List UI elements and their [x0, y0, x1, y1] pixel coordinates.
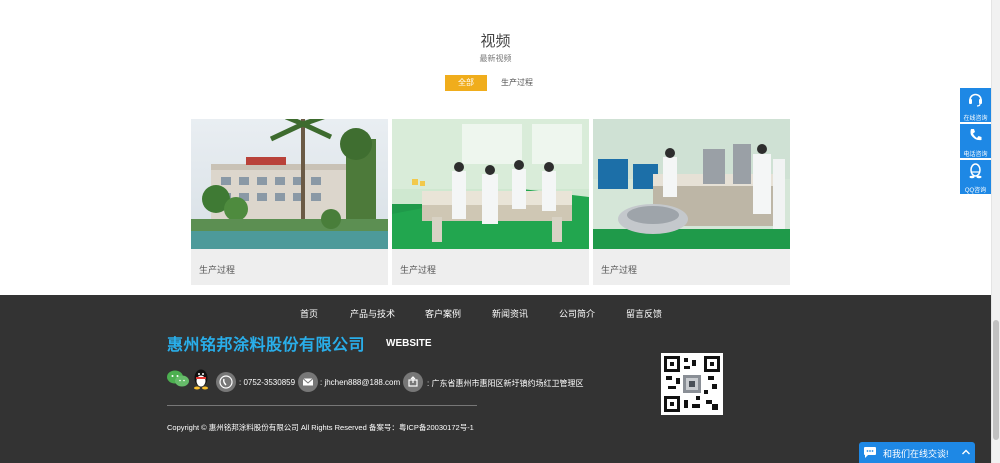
side-contact-panel: 在线咨询 电话咨询 QQ咨询: [960, 88, 991, 196]
chat-bubble-icon: [864, 447, 876, 458]
email-icon: [298, 372, 318, 392]
chevron-up-icon[interactable]: [961, 447, 971, 457]
qr-code-icon: [661, 353, 723, 415]
side-btn-label: 在线咨询: [963, 116, 988, 122]
video-card-3[interactable]: 生产过程: [593, 119, 790, 285]
video-thumbnail-equipment: [593, 119, 790, 249]
scrollbar-thumb[interactable]: [993, 320, 999, 440]
qq-icon: [969, 163, 982, 179]
side-online-consult-button[interactable]: 在线咨询: [960, 88, 991, 122]
tab-production[interactable]: 生产过程: [496, 75, 538, 91]
headset-icon: [969, 93, 982, 107]
section-title: 视频: [480, 33, 511, 50]
qq-penguin-icon[interactable]: [192, 368, 210, 395]
video-card-label: 生产过程: [400, 265, 437, 275]
phone-number: : 0752-3530859: [239, 378, 296, 387]
video-card-2[interactable]: 生产过程: [392, 119, 589, 285]
company-name: 惠州铭邦涂料股份有限公司: [167, 337, 366, 354]
website-label: WEBSITE: [386, 338, 432, 349]
page-scrollbar[interactable]: [991, 0, 1000, 463]
side-btn-label: QQ咨询: [964, 188, 987, 194]
video-card-label: 生产过程: [601, 265, 638, 275]
video-thumbnail-building: [191, 119, 388, 249]
live-chat-label: 和我们在线交谈!: [883, 449, 949, 459]
wechat-icon[interactable]: [167, 370, 189, 393]
phone-icon: [216, 372, 236, 392]
side-phone-consult-button[interactable]: 电话咨询: [960, 124, 991, 158]
video-thumbnail-lab: [392, 119, 589, 249]
address-icon: [403, 372, 423, 392]
side-qq-consult-button[interactable]: QQ咨询: [960, 160, 991, 194]
footer: 首页 产品与技术 客户案例 新闻资讯 公司简介 留言反馈 惠州铭邦涂料股份有限公…: [0, 295, 991, 463]
video-card-label: 生产过程: [199, 265, 236, 275]
footer-nav-products[interactable]: 产品与技术: [350, 307, 395, 320]
footer-nav: 首页 产品与技术 客户案例 新闻资讯 公司简介 留言反馈: [0, 307, 991, 321]
video-card-1[interactable]: 生产过程: [191, 119, 388, 285]
tab-all[interactable]: 全部: [445, 75, 487, 91]
address-text: : 广东省惠州市惠阳区新圩镇约场红卫管理区: [427, 379, 584, 388]
live-chat-bar[interactable]: 和我们在线交谈!: [859, 442, 975, 463]
footer-nav-home[interactable]: 首页: [300, 307, 318, 320]
footer-nav-feedback[interactable]: 留言反馈: [626, 307, 662, 320]
footer-nav-cases[interactable]: 客户案例: [425, 307, 461, 320]
section-subtitle: 最新视频: [479, 54, 512, 63]
copyright: Copyright © 惠州铭邦涂料股份有限公司 All Rights Rese…: [167, 423, 474, 432]
phone-icon: [970, 129, 982, 141]
footer-divider: [167, 405, 477, 406]
contact-row: : 0752-3530859 : jhchen888@188.com : 广东省…: [167, 368, 627, 395]
email-address: : jhchen888@188.com: [320, 378, 401, 387]
side-btn-label: 电话咨询: [963, 152, 988, 158]
footer-nav-about[interactable]: 公司简介: [559, 307, 595, 320]
footer-nav-news[interactable]: 新闻资讯: [492, 307, 528, 320]
